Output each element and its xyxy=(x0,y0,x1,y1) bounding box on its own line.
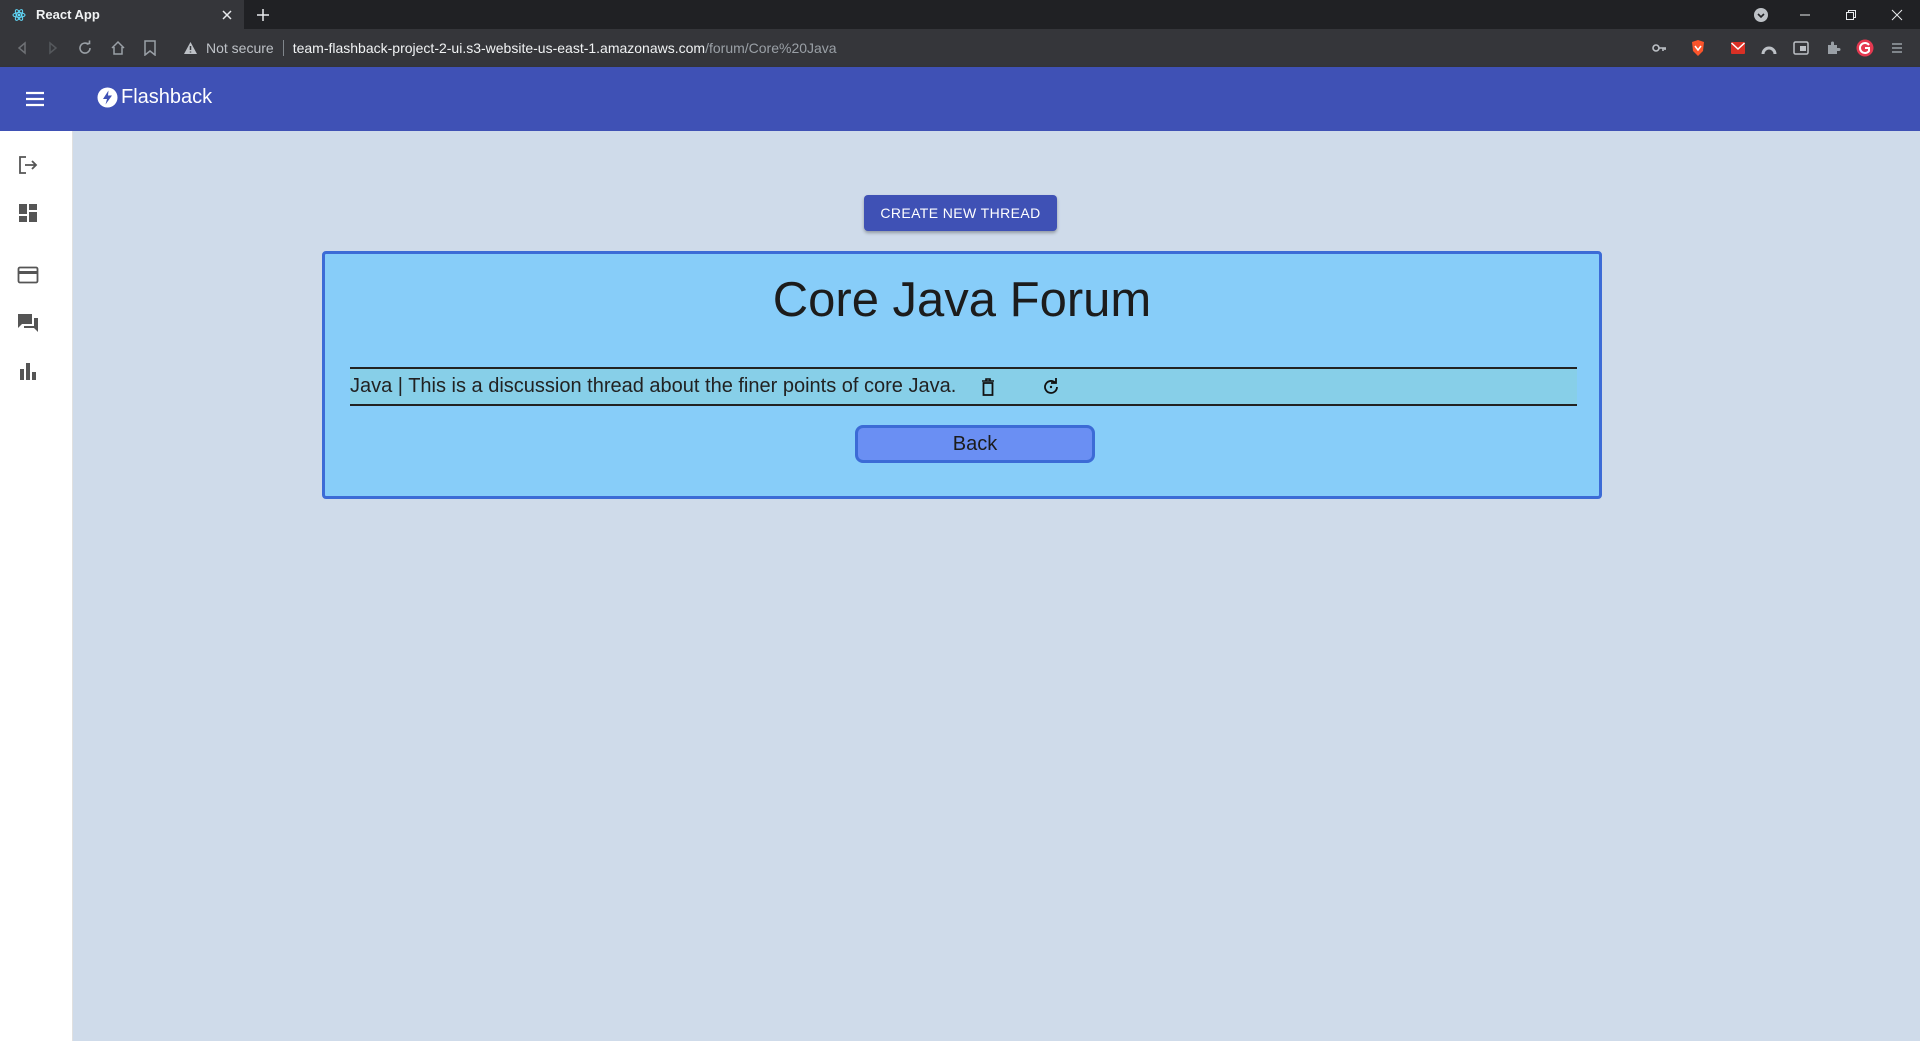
trash-icon[interactable] xyxy=(978,376,998,398)
window-close-icon[interactable] xyxy=(1874,0,1920,29)
browser-tabstrip: React App xyxy=(0,0,1920,29)
url-path: /forum/Core%20Java xyxy=(705,40,837,56)
security-label: Not secure xyxy=(206,40,274,56)
puzzle-icon[interactable] xyxy=(1824,39,1842,57)
logout-icon[interactable] xyxy=(16,153,40,177)
create-thread-button[interactable]: CREATE NEW THREAD xyxy=(864,195,1057,231)
brave-shield-icon[interactable] xyxy=(1689,39,1707,57)
chart-icon[interactable] xyxy=(16,359,40,383)
app-bar: Flashback xyxy=(0,67,1920,131)
tab-search-icon[interactable] xyxy=(1752,6,1770,24)
bolt-icon xyxy=(97,87,118,108)
brand[interactable]: Flashback xyxy=(97,86,212,109)
forum-title: Core Java Forum xyxy=(772,273,1152,327)
forum-card: Core Java Forum Java | This is a discuss… xyxy=(322,251,1602,499)
back-button[interactable]: Back xyxy=(855,425,1095,463)
close-tab-icon[interactable] xyxy=(218,6,236,24)
menu-icon[interactable] xyxy=(20,86,50,112)
forward-arrow-icon[interactable] xyxy=(43,38,63,58)
forum-icon[interactable] xyxy=(16,311,40,335)
tab-title: React App xyxy=(36,7,100,22)
gmail-extension-icon[interactable] xyxy=(1729,39,1747,57)
new-tab-icon[interactable] xyxy=(252,4,274,26)
address-divider xyxy=(282,40,284,56)
browser-toolbar: Not secure team-flashback-project-2-ui.s… xyxy=(0,29,1920,67)
brand-name: Flashback xyxy=(121,86,213,108)
refresh-icon[interactable] xyxy=(1040,376,1062,398)
bookmark-icon[interactable] xyxy=(140,38,160,58)
address-bar[interactable]: Not secure team-flashback-project-2-ui.s… xyxy=(176,33,1636,63)
warning-icon xyxy=(182,40,198,56)
browser-menu-icon[interactable] xyxy=(1888,39,1906,57)
url-host: team-flashback-project-2-ui.s3-website-u… xyxy=(292,40,706,56)
extension-arc-icon[interactable] xyxy=(1760,39,1778,57)
react-icon xyxy=(12,8,26,22)
reload-icon[interactable] xyxy=(75,38,95,58)
back-arrow-icon[interactable] xyxy=(12,38,32,58)
home-icon[interactable] xyxy=(108,38,128,58)
profile-icon[interactable] xyxy=(1856,39,1874,57)
extension-window-icon[interactable] xyxy=(1792,39,1810,57)
card-icon[interactable] xyxy=(16,263,40,287)
thread-text[interactable]: Java | This is a discussion thread about… xyxy=(350,375,956,398)
restore-icon[interactable] xyxy=(1828,0,1874,29)
dashboard-icon[interactable] xyxy=(16,201,40,225)
thread-row[interactable]: Java | This is a discussion thread about… xyxy=(350,367,1577,406)
key-icon[interactable] xyxy=(1650,39,1668,57)
minimize-icon[interactable] xyxy=(1782,0,1828,29)
browser-tab[interactable]: React App xyxy=(0,0,244,29)
main-content: CREATE NEW THREAD Core Java Forum Java |… xyxy=(73,131,1920,1041)
sidebar xyxy=(0,131,73,1041)
